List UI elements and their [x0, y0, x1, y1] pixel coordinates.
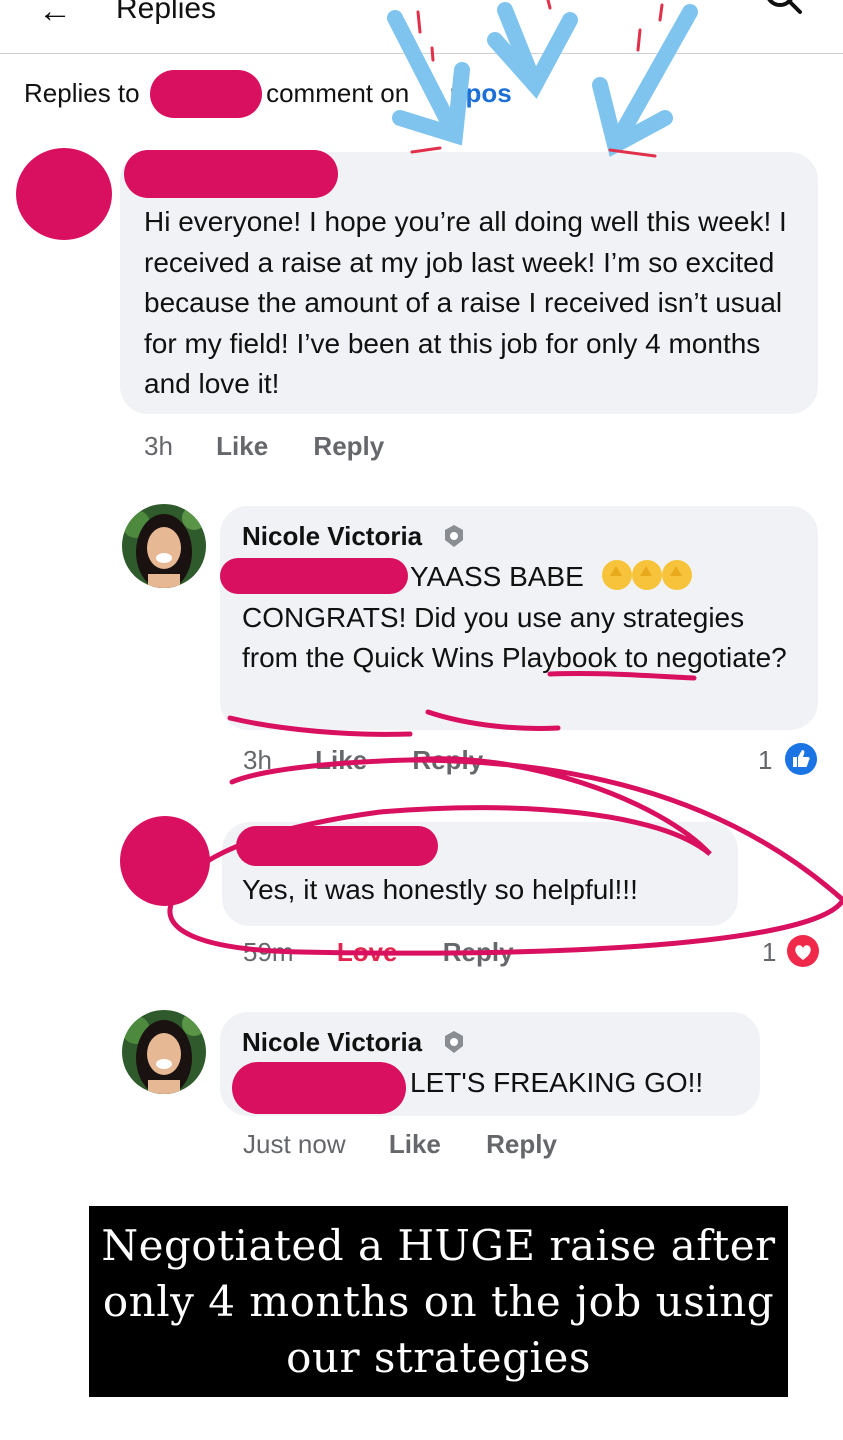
reply-button[interactable]: Reply	[486, 1129, 557, 1159]
comment-author[interactable]: Nicole Victoria	[242, 1026, 422, 1058]
clapping-hands-icon	[631, 560, 662, 590]
clapping-hands-icon	[661, 560, 692, 590]
comment-author[interactable]: Nicole Victoria	[242, 520, 422, 552]
comment-meta: Just now Like Reply	[243, 1128, 557, 1160]
profile-photo	[122, 504, 206, 588]
top-bar: ← Replies	[0, 0, 843, 54]
arrow-left-icon[interactable]: ←	[38, 0, 72, 28]
comment-text: YAASS BABE CONGRATS! Did you use any str…	[242, 557, 802, 679]
context-middle: comment on	[266, 78, 410, 108]
redaction-mark	[236, 826, 438, 866]
comment-meta: 3h Like Reply	[144, 430, 384, 462]
timestamp: Just now	[243, 1129, 346, 1159]
love-button[interactable]: Love	[337, 937, 398, 967]
redaction-mark	[124, 150, 338, 198]
context-prefix: Replies to	[24, 78, 140, 108]
comment-meta: 59m Love Reply	[243, 936, 514, 968]
like-button[interactable]: Like	[216, 431, 268, 461]
caption-line: only 4 months on the job using	[102, 1277, 775, 1326]
comment-text: Yes, it was honestly so helpful!!!	[242, 874, 638, 905]
comment-text: LET'S FREAKING GO!!	[410, 1067, 704, 1098]
redaction-mark	[150, 70, 262, 118]
avatar[interactable]	[120, 816, 210, 906]
heart-icon[interactable]	[786, 934, 820, 968]
reaction-count[interactable]: 1	[762, 936, 776, 968]
reply-button[interactable]: Reply	[412, 745, 483, 775]
redaction-mark	[232, 1062, 406, 1114]
timestamp: 59m	[243, 937, 294, 967]
page-title: Replies	[116, 0, 217, 25]
badge-icon	[445, 525, 463, 547]
comment-text-rest: CONGRATS! Did you use any strategies fro…	[242, 601, 787, 674]
reply-button[interactable]: Reply	[313, 431, 384, 461]
reply-button[interactable]: Reply	[443, 937, 514, 967]
search-icon[interactable]	[762, 0, 806, 24]
avatar[interactable]	[122, 1010, 206, 1094]
caption-line: Negotiated a HUGE raise after	[101, 1221, 776, 1270]
badge-icon	[445, 1031, 463, 1053]
avatar[interactable]	[122, 504, 206, 588]
caption-box: Negotiated a HUGE raise after only 4 mon…	[89, 1206, 788, 1397]
timestamp: 3h	[243, 745, 272, 775]
timestamp: 3h	[144, 431, 173, 461]
caption-line: our strategies	[286, 1333, 591, 1382]
comment-meta: 3h Like Reply	[243, 744, 483, 776]
avatar[interactable]	[16, 148, 112, 240]
replies-context: Replies to comment on r pos	[24, 76, 512, 110]
context-post-link[interactable]: pos	[466, 78, 512, 108]
comment-text: Hi everyone! I hope you’re all doing wel…	[144, 206, 787, 399]
clapping-hands-icon	[601, 560, 632, 590]
thumbs-up-icon[interactable]	[784, 742, 818, 776]
reaction-count[interactable]: 1	[758, 744, 772, 776]
profile-photo	[122, 1010, 206, 1094]
like-button[interactable]: Like	[389, 1129, 441, 1159]
comment-text-start: YAASS BABE	[410, 561, 584, 592]
context-suffix: r	[449, 78, 459, 108]
like-button[interactable]: Like	[315, 745, 367, 775]
